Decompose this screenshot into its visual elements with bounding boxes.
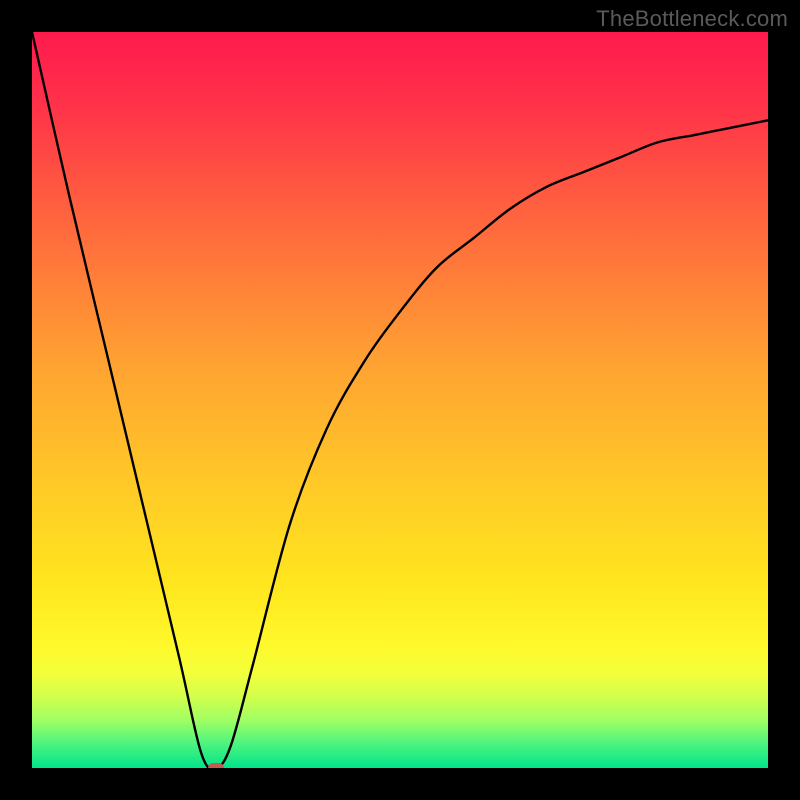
chart-frame: TheBottleneck.com (0, 0, 800, 800)
plot-area (32, 32, 768, 768)
curve-path (32, 32, 768, 768)
bottleneck-curve (32, 32, 768, 768)
attribution-text: TheBottleneck.com (596, 6, 788, 32)
optimal-point-marker (208, 763, 224, 768)
